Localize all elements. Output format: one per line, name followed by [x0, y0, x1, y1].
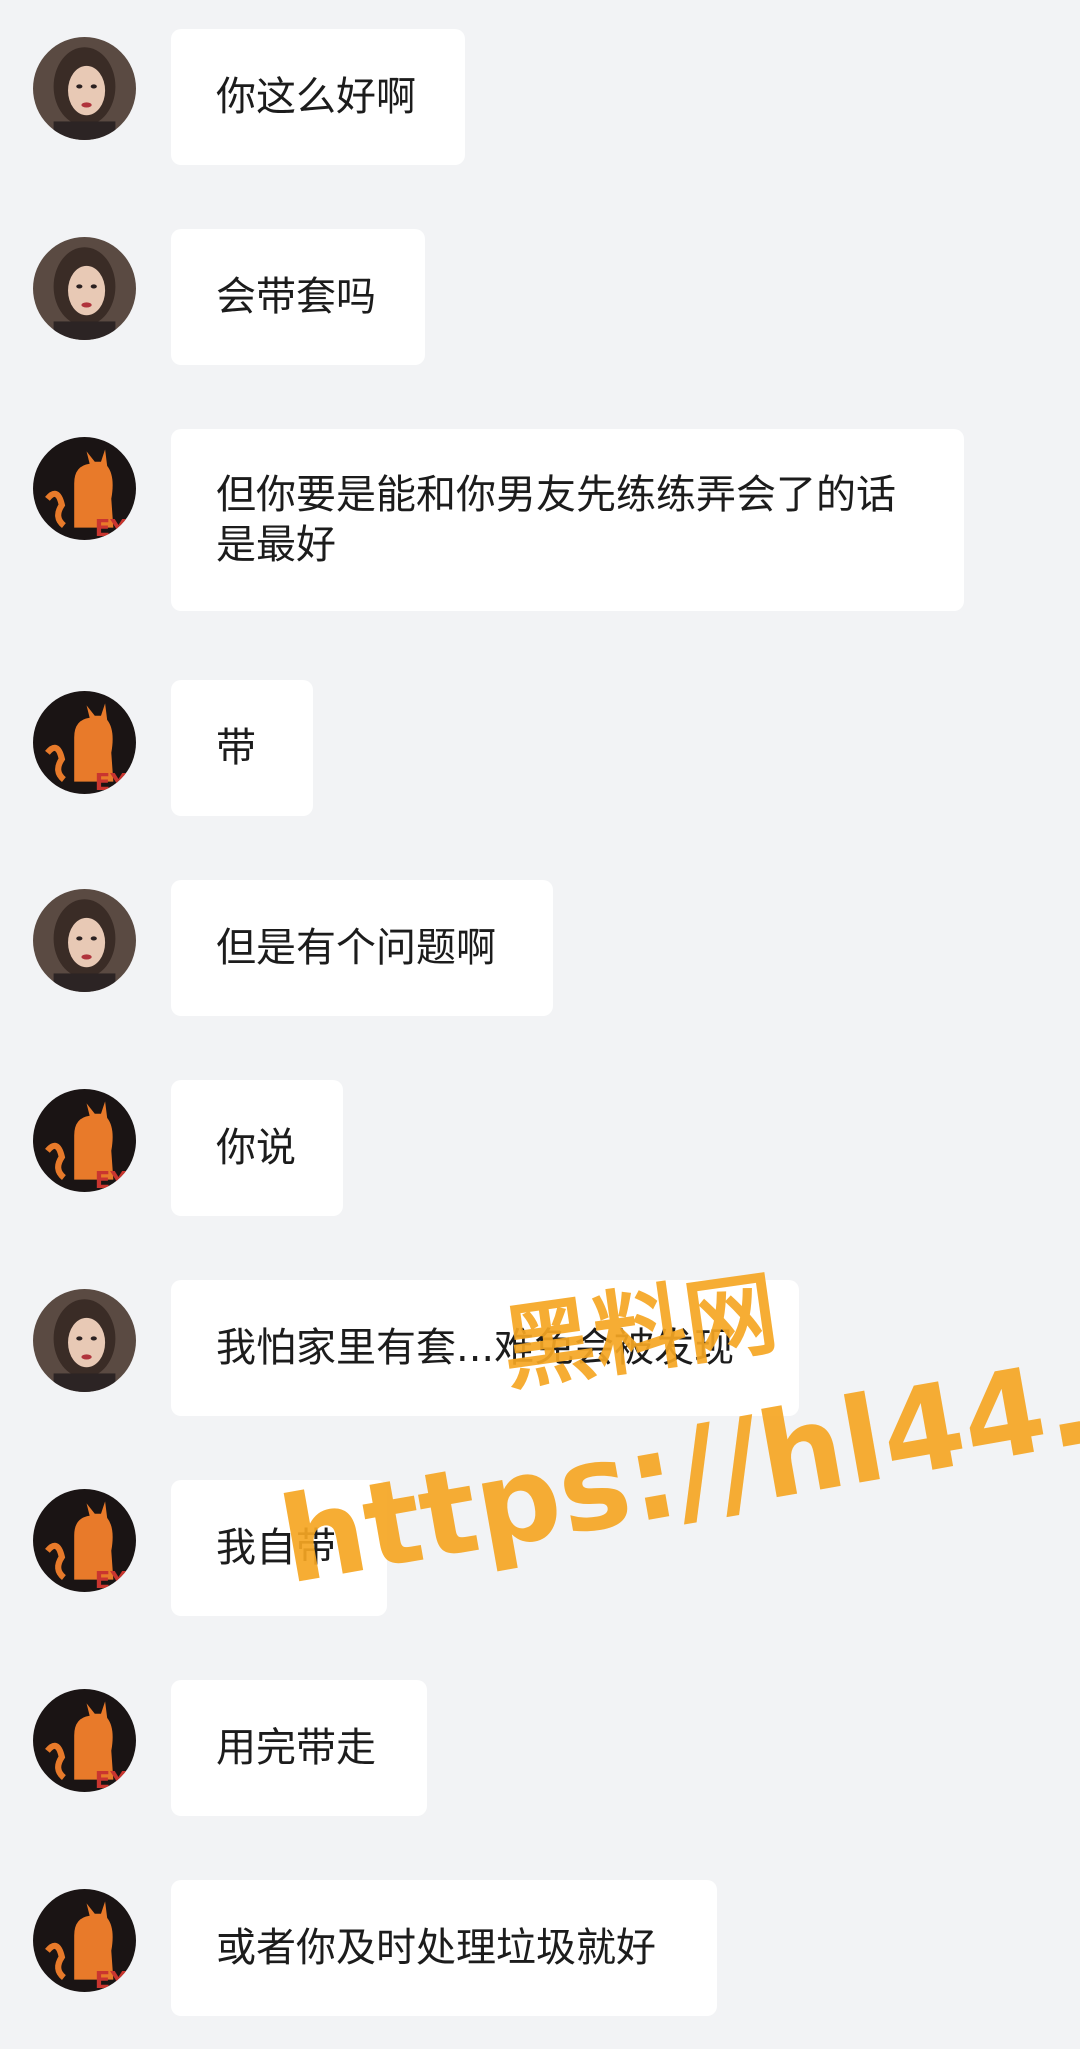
svg-text:EY: EY [95, 516, 127, 540]
portrait-avatar-icon[interactable] [33, 237, 136, 340]
svg-text:EY: EY [95, 770, 127, 794]
svg-text:EY: EY [95, 1168, 127, 1192]
message-text: 会带套吗 [216, 274, 376, 320]
orange-cat-avatar-icon[interactable]: EY [33, 691, 136, 794]
message-bubble[interactable]: 但你要是能和你男友先练练弄会了的话是最好 [171, 429, 964, 611]
message-text: 你这么好啊 [216, 74, 416, 120]
orange-cat-avatar-icon[interactable]: EY [33, 1689, 136, 1792]
message-text: 用完带走 [216, 1725, 376, 1771]
message-text: 但你要是能和你男友先练练弄会了的话是最好 [216, 472, 896, 568]
orange-cat-avatar-icon[interactable]: EY [33, 437, 136, 540]
message-bubble[interactable]: 你说 [171, 1080, 343, 1216]
orange-cat-avatar-icon[interactable]: EY [33, 1089, 136, 1192]
orange-cat-avatar-icon[interactable]: EY [33, 1489, 136, 1592]
portrait-avatar-icon[interactable] [33, 1289, 136, 1392]
orange-cat-avatar-icon[interactable]: EY [33, 1889, 136, 1992]
message-bubble[interactable]: 会带套吗 [171, 229, 425, 365]
message-bubble[interactable]: 或者你及时处理垃圾就好 [171, 1880, 717, 2016]
portrait-avatar-icon[interactable] [33, 37, 136, 140]
message-text: 带 [216, 725, 256, 771]
message-text: 我自带 [216, 1525, 336, 1571]
message-bubble[interactable]: 我自带 [171, 1480, 387, 1616]
message-bubble[interactable]: 我怕家里有套...难免会被发现 [171, 1280, 799, 1416]
message-text: 你说 [216, 1125, 296, 1171]
message-bubble[interactable]: 但是有个问题啊 [171, 880, 553, 1016]
svg-text:EY: EY [95, 1568, 127, 1592]
message-text: 我怕家里有套...难免会被发现 [216, 1325, 735, 1371]
message-bubble[interactable]: 你这么好啊 [171, 29, 465, 165]
message-text: 但是有个问题啊 [216, 925, 496, 971]
message-bubble[interactable]: 带 [171, 680, 313, 816]
svg-text:EY: EY [95, 1968, 127, 1992]
portrait-avatar-icon[interactable] [33, 889, 136, 992]
message-bubble[interactable]: 用完带走 [171, 1680, 427, 1816]
chat-message-list: 你这么好啊 会带套吗 EY 但你要是能和你男友先练练弄会了的话是最好 EY 带 … [0, 0, 1080, 2049]
svg-text:EY: EY [95, 1768, 127, 1792]
message-text: 或者你及时处理垃圾就好 [216, 1925, 656, 1971]
